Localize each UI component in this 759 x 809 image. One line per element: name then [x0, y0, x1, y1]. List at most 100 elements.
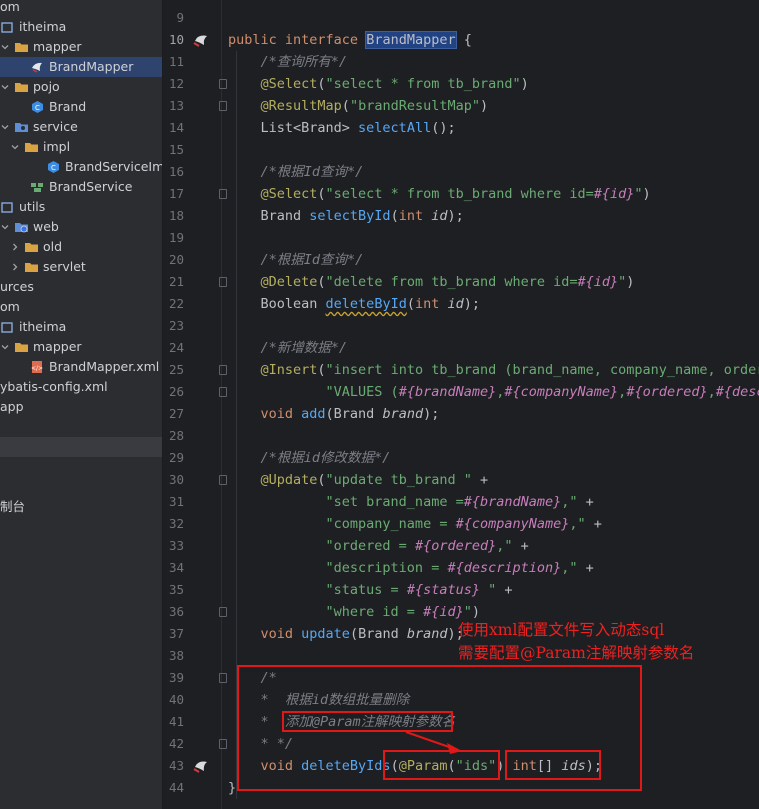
tree-item[interactable]: C BrandServiceImp	[0, 157, 162, 177]
tree-item-label: impl	[43, 139, 71, 154]
chevron-down-icon[interactable]	[0, 222, 10, 232]
mybatis-bean-icon[interactable]	[193, 759, 209, 773]
tree-item[interactable]: 制台	[0, 497, 162, 517]
code-line: Brand selectById(int id);	[228, 205, 464, 227]
code-line: @ResultMap("brandResultMap")	[228, 95, 489, 117]
code-token: (Brand	[325, 406, 383, 422]
code-token: "ordered =	[228, 538, 415, 554]
tree-item[interactable]: app	[0, 397, 162, 417]
tree-item[interactable]: </> BrandMapper.xml	[0, 357, 162, 377]
tree-item[interactable]: service	[0, 117, 162, 137]
tree-item[interactable]: BrandService	[0, 177, 162, 197]
line-number: 38	[168, 648, 184, 663]
tree-item[interactable]: impl	[0, 137, 162, 157]
folder-icon	[14, 40, 29, 54]
code-token: #{brandName}	[463, 494, 562, 510]
chevron-down-icon[interactable]	[0, 42, 10, 52]
tree-item[interactable]	[0, 477, 162, 497]
chevron-down-icon[interactable]	[0, 122, 10, 132]
line-number: 9	[176, 10, 184, 25]
tree-item[interactable]	[0, 457, 162, 477]
tree-item-label: itheima	[19, 319, 67, 334]
tree-item[interactable]: mapper	[0, 337, 162, 357]
tree-item-label: om	[0, 299, 20, 314]
line-number: 18	[168, 208, 184, 223]
line-number: 22	[168, 296, 184, 311]
fold-marker-icon[interactable]	[219, 387, 227, 397]
code-token: update	[301, 626, 350, 642]
code-token: @Select	[228, 186, 318, 202]
tree-item[interactable]: om	[0, 0, 162, 17]
fold-marker-icon[interactable]	[219, 101, 227, 111]
folder-icon	[24, 140, 39, 154]
web-package-icon	[14, 220, 29, 234]
code-line: Boolean deleteById(int id);	[228, 293, 481, 315]
chevron-right-icon[interactable]	[10, 242, 20, 252]
code-line: "where id = #{id}")	[228, 601, 480, 623]
code-token: +	[496, 582, 513, 598]
code-token: +	[585, 516, 602, 532]
fold-marker-icon[interactable]	[219, 673, 227, 683]
code-token: Brand	[228, 208, 310, 224]
code-token: }	[228, 780, 237, 796]
code-line: void update(Brand brand);	[228, 623, 464, 645]
tree-item[interactable]: itheima	[0, 17, 162, 37]
code-token: "VALUES (	[228, 384, 399, 400]
code-line: /*根据Id查询*/	[228, 249, 364, 271]
code-token: #{descr	[715, 384, 759, 400]
code-line: "ordered = #{ordered}," +	[228, 535, 529, 557]
code-token: deleteById	[325, 296, 407, 312]
tree-item[interactable]: utils	[0, 197, 162, 217]
code-token: "insert into tb_brand (brand_name, compa…	[325, 362, 759, 378]
code-token: id	[431, 208, 448, 224]
tree-item[interactable]: C Brand	[0, 97, 162, 117]
annotation-box-ids	[505, 750, 601, 780]
code-token: @Select	[228, 76, 318, 92]
fold-marker-icon[interactable]	[219, 475, 227, 485]
code-token: "select * from tb_brand"	[325, 76, 521, 92]
annotation-box-param	[383, 750, 500, 780]
code-token: selectAll	[358, 120, 432, 136]
code-token: ();	[431, 120, 456, 136]
package-icon	[0, 20, 15, 34]
line-number: 37	[168, 626, 184, 641]
tree-item[interactable]: BrandMapper	[0, 57, 162, 77]
tree-item[interactable]: om	[0, 297, 162, 317]
code-line: @Update("update tb_brand " +	[228, 469, 489, 491]
fold-marker-icon[interactable]	[219, 739, 227, 749]
tree-item[interactable]: pojo	[0, 77, 162, 97]
code-token: ,"	[569, 516, 586, 532]
chevron-down-icon[interactable]	[0, 82, 10, 92]
xml-file-icon: </>	[30, 360, 45, 374]
tree-item[interactable]: itheima	[0, 317, 162, 337]
tree-item[interactable]	[0, 417, 162, 437]
code-line: List<Brand> selectAll();	[228, 117, 456, 139]
line-number: 31	[168, 494, 184, 509]
code-token: +	[471, 472, 489, 488]
chevron-right-icon[interactable]	[10, 262, 20, 272]
fold-marker-icon[interactable]	[219, 277, 227, 287]
tree-item[interactable]: web	[0, 217, 162, 237]
code-token: brand	[406, 626, 448, 642]
mybatis-bean-icon[interactable]	[193, 33, 209, 47]
fold-marker-icon[interactable]	[219, 79, 227, 89]
fold-marker-icon[interactable]	[219, 365, 227, 375]
code-line: /*新增数据*/	[228, 337, 348, 359]
tree-item[interactable]	[0, 437, 162, 457]
chevron-down-icon[interactable]	[0, 342, 10, 352]
tree-item[interactable]: ybatis-config.xml	[0, 377, 162, 397]
code-token: void	[228, 626, 302, 642]
tree-item[interactable]: servlet	[0, 257, 162, 277]
fold-marker-icon[interactable]	[219, 189, 227, 199]
code-token: #{ordered}	[626, 384, 708, 400]
tree-item[interactable]: old	[0, 237, 162, 257]
tree-item-label: BrandService	[49, 179, 133, 194]
tree-item[interactable]: urces	[0, 277, 162, 297]
fold-marker-icon[interactable]	[219, 607, 227, 617]
chevron-down-icon[interactable]	[10, 142, 20, 152]
tree-item[interactable]: mapper	[0, 37, 162, 57]
code-line: "company_name = #{companyName}," +	[228, 513, 602, 535]
line-number: 11	[168, 54, 184, 69]
project-tree-panel[interactable]: om itheima mapper BrandMapper pojo C Brand serv…	[0, 0, 163, 809]
code-token: @ResultMap	[228, 98, 342, 114]
